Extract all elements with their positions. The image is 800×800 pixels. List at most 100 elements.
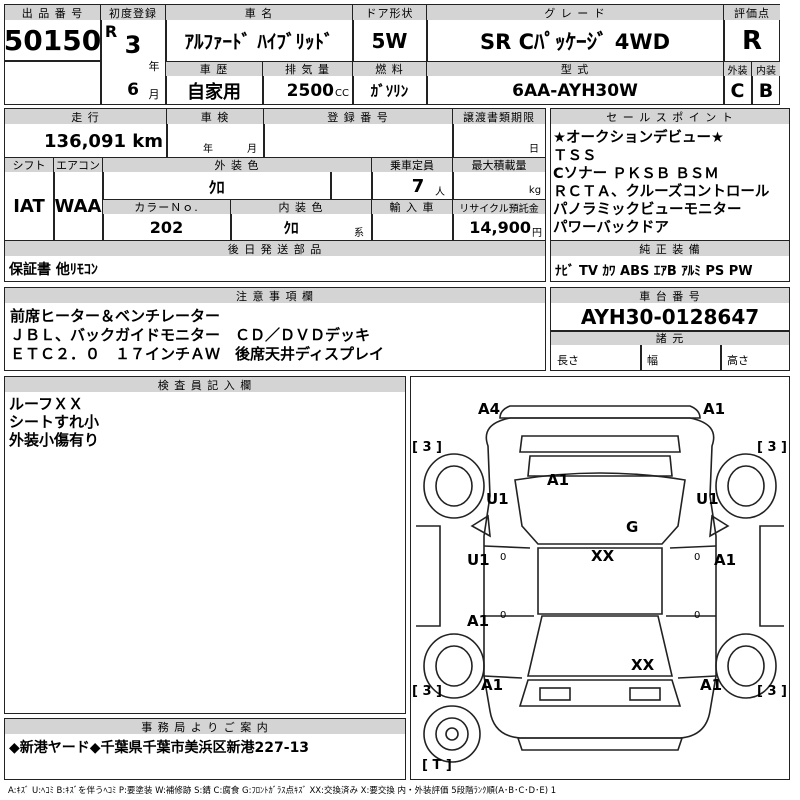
mark-u1-left: U1	[486, 490, 509, 508]
chassis-label: 車 台 番 号	[551, 288, 789, 303]
later-parts-label: 後 日 発 送 部 品	[5, 241, 545, 256]
tire-front-left: [ 3 ]	[412, 440, 442, 455]
int-grade: B	[758, 79, 774, 102]
fuel-value: ｶﾞｿﾘﾝ	[370, 82, 409, 100]
mark-a4: A4	[478, 400, 501, 418]
fuel-label: 燃 料	[353, 62, 426, 76]
history-label: 車 歴	[166, 62, 262, 76]
int-color-suffix: 系	[354, 227, 364, 239]
dims-height: 高さ	[727, 354, 749, 367]
notes-line: ＥＴＣ２．０ １７インチＡＷ 後席天井ディスプレイ	[10, 345, 384, 363]
capacity-value: 7	[411, 175, 425, 197]
inspection-label: 車 検	[167, 109, 263, 124]
mark-zero: 0	[500, 552, 507, 563]
mark-u1-right: U1	[696, 490, 719, 508]
load-label: 最大積載量	[453, 158, 545, 172]
divider	[720, 345, 722, 371]
ext-grade: C	[730, 79, 745, 102]
lot-no: 50150	[3, 23, 102, 57]
color-value: ｸﾛ	[208, 178, 225, 197]
sales-line: ★オークションデビュー★	[553, 130, 724, 146]
divider	[640, 345, 642, 371]
sales-lines: ★オークションデビュー★ ＴＳＳ Cソナー ＰＫＳＢ ＢＳＭ ＲＣＴＡ、クルーズ…	[553, 129, 788, 237]
notes-lines: 前席ヒーター＆ベンチレーター ＪＢＬ、バックガイドモニター ＣＤ／ＤＶＤデッキ …	[10, 307, 540, 364]
mark-zero: 0	[500, 610, 507, 621]
door-value: 5W	[371, 28, 408, 53]
mark-g: G	[626, 518, 639, 536]
reg-month: 6	[127, 80, 139, 100]
legend: A:ｷｽﾞ U:ﾍｺﾐ B:ｷｽﾞを伴うﾍｺﾐ P:要塗装 W:補修跡 S:錆 …	[8, 786, 557, 796]
displacement-value: 2500	[286, 80, 334, 101]
grade-value: SR Cﾊﾟｯｹｰｼﾞ 4WD	[479, 29, 671, 54]
capacity-unit: 人	[435, 186, 445, 198]
inspector-lines: ルーフＸＸ シートすれ小 外装小傷有り	[9, 395, 399, 449]
door-label: ドア形状	[353, 5, 426, 20]
displacement-label: 排 気 量	[263, 62, 352, 76]
int-color-value: ｸﾛ	[283, 219, 299, 237]
mark-xx-rear: XX	[631, 656, 655, 674]
notes-label: 注 意 事 項 欄	[5, 288, 545, 303]
mark-a1-mid-left: A1	[467, 612, 490, 630]
inspector-line: ルーフＸＸ	[9, 395, 84, 413]
mark-zero: 0	[694, 610, 701, 621]
recycle-label: リサイクル預託金	[453, 200, 545, 215]
first-reg-label: 初度登録	[101, 5, 165, 20]
recycle-unit: 円	[532, 227, 542, 239]
mileage-label: 走 行	[5, 109, 166, 124]
transfer-day: 日	[529, 143, 539, 155]
dims-width: 幅	[647, 354, 658, 367]
ac-value: WAA	[54, 195, 102, 217]
color-no-label: カラーＮｏ.	[103, 200, 230, 214]
color-label: 外 装 色	[103, 158, 371, 172]
int-label: 内装	[752, 62, 780, 77]
car-name: ｱﾙﾌｧｰﾄﾞ ﾊｲﾌﾞﾘｯﾄﾞ	[184, 31, 334, 53]
car-diagram	[416, 405, 784, 763]
office-text: ◆新港ヤード◆千葉県千葉市美浜区新港227-13	[9, 740, 310, 756]
office-label: 事 務 局 よ り ご 案 内	[5, 719, 405, 734]
import-label: 輸 入 車	[372, 200, 452, 214]
sales-line: ＴＳＳ	[553, 148, 597, 164]
int-color-label: 内 装 色	[231, 200, 371, 214]
equip-label: 純 正 装 備	[551, 241, 789, 256]
load-unit: kg	[528, 184, 542, 196]
equip-value: ﾅﾋﾞ TV ｶﾜ ABS ｴｱB ｱﾙﾐ PS PW	[555, 263, 753, 279]
notes-line: 前席ヒーター＆ベンチレーター	[10, 307, 221, 325]
mark-xx-roof: XX	[591, 547, 615, 565]
grade-label: グ レ ー ド	[427, 5, 723, 20]
model-value: 6AA-AYH30W	[512, 80, 638, 101]
sales-line: パワーバックドア	[553, 220, 669, 236]
inspection-year: 年	[203, 143, 213, 155]
divider	[4, 60, 100, 62]
mark-zero: 0	[694, 552, 701, 563]
sales-line: Cソナー ＰＫＳＢ ＢＳＭ	[553, 166, 719, 182]
mark-a1-top-right: A1	[703, 400, 726, 418]
sales-line: ＲＣＴＡ、クルーズコントロール	[553, 184, 770, 200]
inspection-month: 月	[247, 143, 257, 155]
reg-year: 3	[124, 31, 142, 59]
tire-rear-left: [ 3 ]	[412, 684, 442, 699]
year-suffix: 年	[148, 60, 160, 73]
tire-spare: [ T ]	[422, 758, 452, 773]
transfer-label: 譲渡書類期限	[453, 109, 545, 124]
history-value: 自家用	[187, 81, 241, 103]
car-name-label: 車 名	[166, 5, 352, 20]
tire-front-right: [ 3 ]	[757, 440, 787, 455]
dims-length: 長さ	[557, 354, 579, 367]
inspector-line: 外装小傷有り	[9, 431, 100, 449]
sales-label: セ ー ル ス ポ イ ン ト	[551, 109, 789, 124]
shift-value: IAT	[13, 195, 45, 217]
dims-label: 諸 元	[551, 330, 789, 345]
era-mark: R	[104, 21, 118, 41]
mileage-value: 136,091 km	[44, 130, 163, 152]
tire-rear-right: [ 3 ]	[757, 684, 787, 699]
color-no-value: 202	[149, 218, 184, 237]
chassis-value: AYH30-0128647	[580, 305, 760, 329]
lot-no-label: 出 品 番 号	[5, 5, 100, 20]
shift-label: シフト	[5, 158, 53, 172]
month-suffix: 月	[148, 88, 160, 101]
ext-label: 外装	[724, 62, 751, 77]
mark-a1-bottom-left: A1	[481, 676, 504, 694]
mark-u1-mid-left: U1	[467, 551, 490, 569]
mark-a1-mid-right: A1	[714, 551, 737, 569]
notes-line: ＪＢＬ、バックガイドモニター ＣＤ／ＤＶＤデッキ	[10, 326, 371, 344]
